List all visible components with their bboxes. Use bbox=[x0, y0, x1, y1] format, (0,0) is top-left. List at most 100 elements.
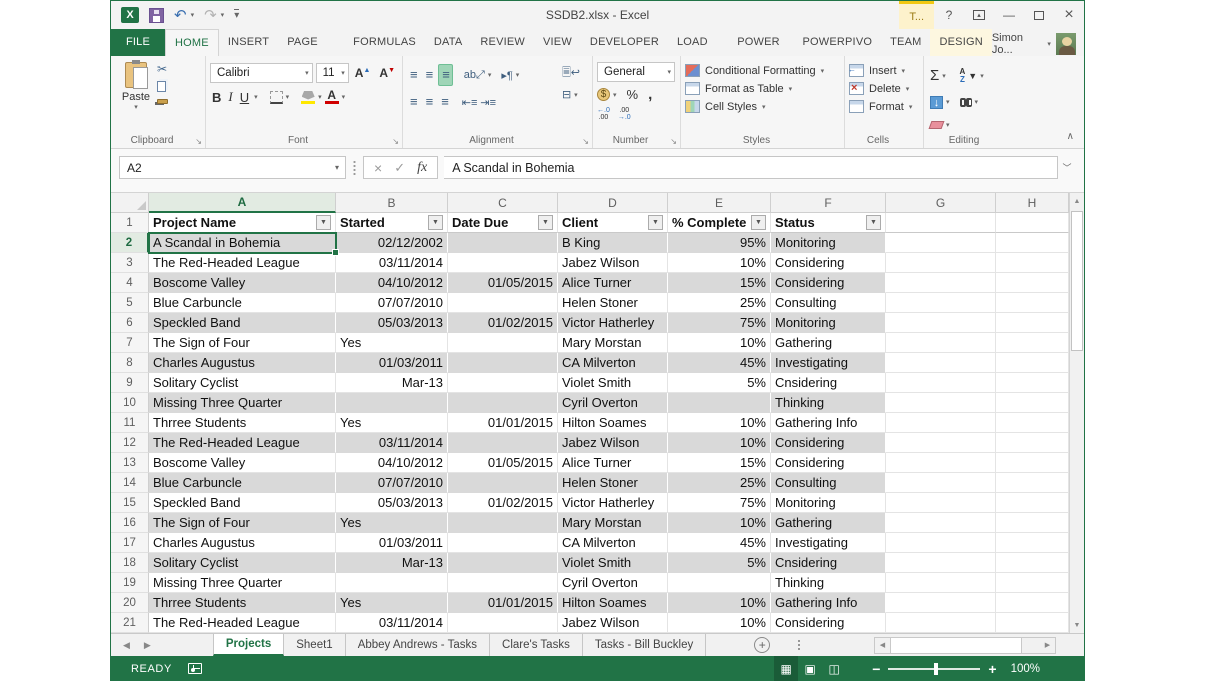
cell-C3[interactable] bbox=[448, 253, 558, 273]
zoom-in-button[interactable]: + bbox=[988, 662, 996, 676]
cell-H10[interactable] bbox=[996, 393, 1069, 413]
cell-G14[interactable] bbox=[886, 473, 996, 493]
cell-E10[interactable] bbox=[668, 393, 771, 413]
cell-C12[interactable] bbox=[448, 433, 558, 453]
cell-A14[interactable]: Blue Carbuncle bbox=[149, 473, 336, 493]
cell-C4[interactable]: 01/05/2015 bbox=[448, 273, 558, 293]
insert-cells-button[interactable]: Insert▾ bbox=[849, 64, 912, 77]
cell-F4[interactable]: Considering bbox=[771, 273, 886, 293]
cell-E5[interactable]: 25% bbox=[668, 293, 771, 313]
orientation-icon[interactable]: ab⤢ bbox=[464, 69, 485, 82]
cell-F6[interactable]: Monitoring bbox=[771, 313, 886, 333]
sheet-tab-sheet1[interactable]: Sheet1 bbox=[284, 634, 345, 656]
cell-A13[interactable]: Boscome Valley bbox=[149, 453, 336, 473]
page-break-view-button[interactable]: ◫ bbox=[822, 656, 846, 681]
increase-indent-icon[interactable]: ⇥≡ bbox=[480, 96, 496, 109]
cell-F17[interactable]: Investigating bbox=[771, 533, 886, 553]
cell-C20[interactable]: 01/01/2015 bbox=[448, 593, 558, 613]
cell-F18[interactable]: Cnsidering bbox=[771, 553, 886, 573]
save-icon[interactable] bbox=[149, 8, 164, 23]
cell-G3[interactable] bbox=[886, 253, 996, 273]
cell-D7[interactable]: Mary Morstan bbox=[558, 333, 668, 353]
merge-center-icon[interactable]: ⊟ bbox=[562, 88, 571, 101]
cell-F10[interactable]: Thinking bbox=[771, 393, 886, 413]
filter-button-date-due[interactable]: ▼ bbox=[538, 215, 553, 230]
cell-G9[interactable] bbox=[886, 373, 996, 393]
column-header-F[interactable]: F bbox=[771, 193, 886, 213]
cell-A4[interactable]: Boscome Valley bbox=[149, 273, 336, 293]
help-button[interactable]: ? bbox=[934, 1, 964, 29]
cell-B10[interactable] bbox=[336, 393, 448, 413]
cell-H7[interactable] bbox=[996, 333, 1069, 353]
cell-G16[interactable] bbox=[886, 513, 996, 533]
cell-A18[interactable]: Solitary Cyclist bbox=[149, 553, 336, 573]
cell-G17[interactable] bbox=[886, 533, 996, 553]
select-all-corner[interactable] bbox=[111, 193, 149, 213]
format-cells-button[interactable]: Format▾ bbox=[849, 100, 912, 113]
decrease-decimal-icon[interactable]: .00→.0 bbox=[618, 107, 631, 121]
filter-button-complete[interactable]: ▼ bbox=[751, 215, 766, 230]
cell-H18[interactable] bbox=[996, 553, 1069, 573]
cell-E19[interactable] bbox=[668, 573, 771, 593]
ribbon-tab-powerpivo[interactable]: POWERPIVO bbox=[793, 29, 881, 56]
cell-B7[interactable]: Yes bbox=[336, 333, 448, 353]
cell-E3[interactable]: 10% bbox=[668, 253, 771, 273]
paste-button[interactable]: Paste ▾ bbox=[115, 60, 157, 132]
underline-dropdown-icon[interactable]: ▾ bbox=[254, 93, 258, 101]
cell-A21[interactable]: The Red-Headed League bbox=[149, 613, 336, 633]
row-header-14[interactable]: 14 bbox=[111, 473, 149, 493]
sheet-tab-abbey-andrews-tasks[interactable]: Abbey Andrews - Tasks bbox=[346, 634, 490, 656]
horizontal-scroll-thumb[interactable] bbox=[890, 638, 1022, 653]
cell-G2[interactable] bbox=[886, 233, 996, 253]
minimize-button[interactable]: — bbox=[994, 1, 1024, 29]
cell-F21[interactable]: Considering bbox=[771, 613, 886, 633]
new-sheet-button[interactable]: + bbox=[754, 637, 770, 653]
cell-E14[interactable]: 25% bbox=[668, 473, 771, 493]
cell-H3[interactable] bbox=[996, 253, 1069, 273]
macro-record-icon[interactable] bbox=[188, 663, 202, 674]
customize-quick-access-icon[interactable]: ▾ bbox=[234, 9, 239, 21]
sheet-tab-clare-s-tasks[interactable]: Clare's Tasks bbox=[490, 634, 583, 656]
cell-D20[interactable]: Hilton Soames bbox=[558, 593, 668, 613]
cell-B20[interactable]: Yes bbox=[336, 593, 448, 613]
cell-C18[interactable] bbox=[448, 553, 558, 573]
cell-H2[interactable] bbox=[996, 233, 1069, 253]
row-header-4[interactable]: 4 bbox=[111, 273, 149, 293]
sheet-tab-projects[interactable]: Projects bbox=[213, 634, 284, 656]
row-header-1[interactable]: 1 bbox=[111, 213, 149, 233]
cell-H1[interactable] bbox=[996, 213, 1069, 233]
clear-button[interactable]: ▾ bbox=[930, 121, 950, 129]
cell-D18[interactable]: Violet Smith bbox=[558, 553, 668, 573]
cell-C15[interactable]: 01/02/2015 bbox=[448, 493, 558, 513]
header-cell-complete[interactable]: % Complete▼ bbox=[668, 213, 771, 233]
cell-H13[interactable] bbox=[996, 453, 1069, 473]
middle-align-button[interactable]: ≡ bbox=[423, 65, 436, 85]
row-header-3[interactable]: 3 bbox=[111, 253, 149, 273]
cell-F13[interactable]: Considering bbox=[771, 453, 886, 473]
cell-C17[interactable] bbox=[448, 533, 558, 553]
center-button[interactable]: ≡ bbox=[423, 92, 436, 112]
cell-H8[interactable] bbox=[996, 353, 1069, 373]
row-header-20[interactable]: 20 bbox=[111, 593, 149, 613]
borders-dropdown-icon[interactable]: ▾ bbox=[286, 93, 290, 101]
font-name-combo[interactable]: Calibri▾ bbox=[210, 63, 313, 83]
cell-H12[interactable] bbox=[996, 433, 1069, 453]
cell-A17[interactable]: Charles Augustus bbox=[149, 533, 336, 553]
number-format-combo[interactable]: General▾ bbox=[597, 62, 675, 82]
scroll-down-icon[interactable]: ▼ bbox=[1070, 617, 1084, 633]
row-header-7[interactable]: 7 bbox=[111, 333, 149, 353]
zoom-slider-thumb[interactable] bbox=[934, 663, 938, 675]
sheet-nav-right-icon[interactable]: ▶ bbox=[144, 640, 151, 651]
cell-D15[interactable]: Victor Hatherley bbox=[558, 493, 668, 513]
cell-H15[interactable] bbox=[996, 493, 1069, 513]
cell-F9[interactable]: Cnsidering bbox=[771, 373, 886, 393]
font-dialog-launcher-icon[interactable]: ↘ bbox=[392, 137, 399, 146]
close-button[interactable]: × bbox=[1054, 1, 1084, 29]
cell-B11[interactable]: Yes bbox=[336, 413, 448, 433]
confirm-entry-icon[interactable]: ✓ bbox=[394, 160, 405, 176]
cell-E15[interactable]: 75% bbox=[668, 493, 771, 513]
cell-D14[interactable]: Helen Stoner bbox=[558, 473, 668, 493]
cell-C13[interactable]: 01/05/2015 bbox=[448, 453, 558, 473]
ribbon-tab-developer[interactable]: DEVELOPER bbox=[581, 29, 668, 56]
cell-F3[interactable]: Considering bbox=[771, 253, 886, 273]
